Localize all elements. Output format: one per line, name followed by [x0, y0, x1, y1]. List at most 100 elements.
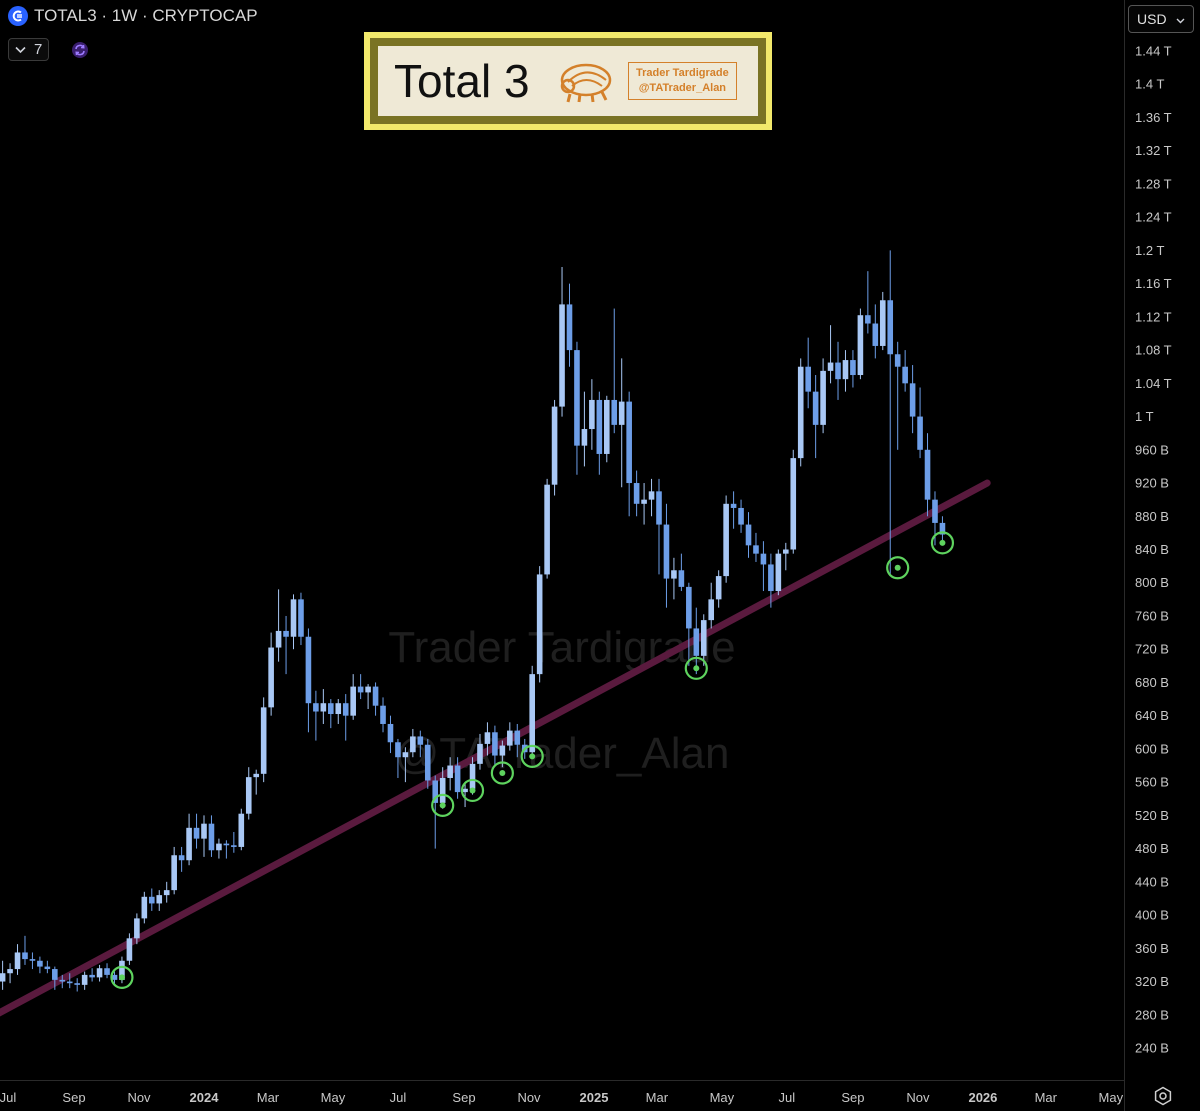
candle-body: [596, 399, 603, 454]
candle: [7, 963, 13, 984]
candle: [96, 964, 103, 982]
time-tick-label: Mar: [257, 1090, 280, 1105]
candle-body: [499, 745, 506, 756]
candle: [81, 971, 88, 990]
candle-body: [268, 647, 274, 708]
candle: [14, 944, 21, 975]
candle: [320, 689, 327, 724]
price-tick-label: 1.04 T: [1135, 376, 1172, 391]
candle: [529, 665, 535, 758]
candle: [589, 379, 595, 450]
chevron-down-icon: [1176, 11, 1185, 27]
candle-body: [357, 686, 364, 693]
candle-body: [648, 491, 655, 500]
candle-body: [879, 300, 886, 346]
candle-body: [328, 703, 334, 715]
cryptocap-logo-icon: [8, 6, 28, 26]
tardigrade-logo-icon: [554, 56, 616, 106]
time-tick-label: Mar: [646, 1090, 669, 1105]
candle-body: [700, 620, 707, 656]
candle: [171, 846, 177, 895]
candle-body: [842, 360, 849, 380]
candle-body: [96, 968, 103, 978]
price-tick-label: 800 B: [1135, 575, 1169, 590]
candle-body: [633, 483, 640, 504]
candle-body: [529, 674, 535, 753]
candle-body: [484, 732, 491, 744]
candle-body: [715, 576, 722, 600]
candle: [902, 350, 908, 392]
touch-dot: [693, 665, 700, 672]
candle-body: [775, 553, 782, 592]
candle-body: [320, 703, 327, 712]
time-tick-label: 2024: [190, 1090, 220, 1105]
time-tick-label: Nov: [127, 1090, 151, 1105]
candle-body: [581, 429, 588, 446]
price-tick-label: 560 B: [1135, 775, 1169, 790]
candle-body: [156, 895, 163, 904]
candle-body: [305, 636, 312, 704]
logo-name: Trader Tardigrade: [636, 67, 729, 79]
candle-body: [238, 813, 245, 847]
touch-dot: [894, 564, 901, 571]
candle: [387, 715, 394, 754]
price-tick-label: 760 B: [1135, 608, 1169, 623]
price-tick-label: 1.24 T: [1135, 210, 1172, 225]
time-tick-label: Nov: [517, 1090, 541, 1105]
candle-body: [656, 491, 662, 525]
candle-body: [693, 628, 700, 656]
candle-body: [424, 744, 431, 781]
candle: [559, 267, 565, 417]
sync-icon[interactable]: [71, 41, 89, 59]
candle-body: [253, 773, 260, 778]
indicators-toggle-button[interactable]: 7: [8, 38, 50, 61]
candle-body: [469, 763, 476, 789]
candle-body: [216, 843, 222, 851]
candle: [648, 478, 655, 517]
price-tick-label: 400 B: [1135, 908, 1169, 923]
candle-body: [618, 401, 625, 425]
candle: [626, 391, 632, 517]
symbol-title: TOTAL3 · 1W · CRYPTOCAP: [34, 6, 258, 25]
candle: [551, 399, 558, 496]
candle-body: [566, 304, 573, 351]
candle: [208, 815, 215, 857]
touch-dot: [499, 769, 506, 776]
candle-body: [932, 499, 938, 523]
candle-body: [0, 973, 6, 982]
price-tick-label: 480 B: [1135, 841, 1169, 856]
candle: [857, 308, 864, 380]
candle-body: [551, 406, 558, 485]
candle-body: [410, 736, 416, 753]
candle: [865, 271, 871, 334]
candle: [574, 341, 580, 475]
candle-body: [89, 974, 95, 978]
candle-body: [514, 730, 521, 745]
candle-body: [902, 366, 908, 384]
candle-body: [536, 574, 543, 675]
candle: [760, 541, 767, 592]
candle-body: [850, 360, 856, 376]
currency-value: USD: [1137, 11, 1167, 27]
settings-gear-icon[interactable]: [1153, 1086, 1173, 1106]
currency-select[interactable]: USD: [1128, 5, 1194, 33]
candle-body: [223, 843, 230, 846]
candle-body: [141, 896, 148, 919]
price-chart[interactable]: Trader Tardigrade @TATrader_Alan 240 B 280…: [0, 0, 1200, 1111]
candle: [730, 491, 737, 529]
candle-body: [335, 703, 342, 715]
candle-body: [894, 354, 901, 367]
candle-body: [104, 968, 110, 975]
candle-body: [283, 630, 289, 637]
price-tick-label: 1.4 T: [1135, 77, 1164, 92]
candle-body: [760, 553, 767, 565]
touch-dot: [469, 787, 476, 794]
logo-handle: @TATrader_Alan: [638, 82, 727, 94]
price-tick-label: 960 B: [1135, 442, 1169, 457]
candle-body: [626, 401, 632, 484]
candle-body: [544, 484, 550, 575]
price-tick-label: 440 B: [1135, 874, 1169, 889]
candle-body: [350, 686, 356, 716]
candle: [328, 699, 334, 729]
symbol-header[interactable]: TOTAL3 · 1W · CRYPTOCAP: [8, 6, 258, 26]
